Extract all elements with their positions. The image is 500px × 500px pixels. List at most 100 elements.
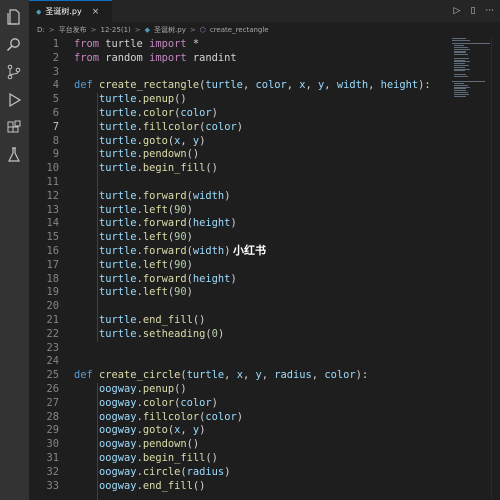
code-token: begin_fill [142,452,206,464]
run-debug-icon[interactable] [5,91,23,109]
code-line[interactable]: 33 oogway.end_fill() [29,480,500,494]
code-token: turtle [99,258,137,271]
code-line[interactable]: 3 [29,66,500,80]
code-line[interactable]: 5 turtle.penup() [29,93,500,107]
code-token: oogway [99,452,137,464]
code-line[interactable]: 24 [29,355,500,369]
code-token: , [261,369,275,382]
code-token: turtle [99,272,137,285]
code-token: forward [142,245,187,257]
code-token: turtle [99,93,137,106]
code-line[interactable]: 26 oogway.penup() [29,383,500,397]
code-token: goto [142,424,168,437]
code-token: turtle [99,231,137,244]
code-token: turtle [105,38,150,50]
code-line[interactable]: 18 turtle.forward(height) [29,273,500,287]
code-token: color [205,410,237,423]
code-line[interactable]: 4 def create_rectangle(turtle, color, x, … [29,79,500,93]
code-line[interactable]: 1 from turtle import * [29,38,500,52]
code-token: randint [192,51,237,64]
code-line[interactable]: 27 oogway.color(color) [29,397,500,411]
breadcrumb-drive[interactable]: D: [37,26,45,34]
minimap[interactable] [452,38,492,98]
code-token: forward [142,272,187,285]
files-icon[interactable] [5,8,23,26]
code-line[interactable]: 31 oogway.begin_fill() [29,452,500,466]
code-token: create_circle [99,369,181,382]
code-line[interactable]: 17 turtle.left(90) [29,259,500,273]
code-line[interactable]: 25 def create_circle(turtle, x, y, radius… [29,369,500,383]
line-number: 21 [46,314,59,326]
tab-editor-file[interactable]: ◆ 圣诞树.py × [29,0,112,22]
code-token: oogway [99,465,137,478]
code-token: ) [230,217,237,230]
code-line[interactable]: 2 from random import randint [29,52,500,66]
code-line[interactable]: 20 [29,300,500,314]
code-text: turtle.pendown() [74,148,199,162]
code-token: () [192,314,206,326]
code-token: , [224,369,237,382]
code-token: begin_fill [142,162,206,175]
code-line[interactable]: 29 oogway.goto(x, y) [29,424,500,438]
code-token: ) [230,272,237,285]
code-token: height [192,217,231,230]
code-line[interactable]: 7 turtle.fillcolor(color) [29,121,500,135]
minimap-line [454,75,469,77]
code-text: oogway.fillcolor(color) [74,411,243,425]
code-line[interactable]: 19 turtle.left(90) [29,286,500,300]
more-actions-icon[interactable]: ··· [485,6,494,16]
testing-icon[interactable] [5,146,23,164]
code-token: ) [224,189,231,202]
code-line[interactable]: 30 oogway.pendown() [29,438,500,452]
watermark: 小红书 [233,244,266,257]
code-token: penup [142,93,175,106]
code-line[interactable]: 13 turtle.left(90) [29,204,500,218]
vertical-scrollbar[interactable] [491,38,500,500]
code-line[interactable]: 28 oogway.fillcolor(color) [29,411,500,425]
line-number: 11 [46,176,59,188]
breadcrumb-subfolder[interactable]: 12-25(1) [101,26,131,34]
code-editor[interactable]: 1 from turtle import * 2 from random import… [29,38,500,500]
code-line[interactable]: 12 turtle.forward(width) [29,190,500,204]
close-icon[interactable]: × [92,7,100,17]
source-control-icon[interactable] [5,63,23,81]
code-line[interactable]: 10 turtle.begin_fill() [29,162,500,176]
extensions-icon[interactable] [5,119,23,137]
code-token: , [180,134,193,147]
line-number: 17 [46,258,59,271]
search-icon[interactable] [5,36,23,54]
line-number: 26 [46,383,59,395]
code-line[interactable]: 8 turtle.goto(x, y) [29,135,500,149]
code-token: pendown [142,148,187,161]
code-token: oogway [99,410,137,423]
line-number: 9 [52,148,59,161]
breadcrumb-symbol[interactable]: create_rectangle [210,26,269,34]
code-line[interactable]: 32 oogway.circle(radius) [29,466,500,480]
code-token: def [74,79,100,92]
code-line[interactable]: 11 [29,176,500,190]
code-line[interactable]: 14 turtle.forward(height) [29,217,500,231]
breadcrumb-file[interactable]: 圣诞树.py [154,25,186,35]
code-token: color [180,107,212,119]
code-token: end_fill [142,314,193,326]
code-token: color [180,396,212,409]
code-line[interactable]: 21 turtle.end_fill() [29,314,500,328]
code-line[interactable]: 6 turtle.color(color) [29,107,500,121]
code-line[interactable]: 9 turtle.pendown() [29,148,500,162]
code-token: color [142,396,175,409]
code-token: ) [224,245,231,257]
run-icon[interactable]: ▷ [454,6,461,16]
code-line[interactable]: 23 [29,342,500,356]
split-editor-icon[interactable]: ▯ [470,6,475,16]
code-line[interactable]: 22 turtle.setheading(0) [29,328,500,342]
breadcrumb-folder[interactable]: 平台发布 [59,25,87,35]
